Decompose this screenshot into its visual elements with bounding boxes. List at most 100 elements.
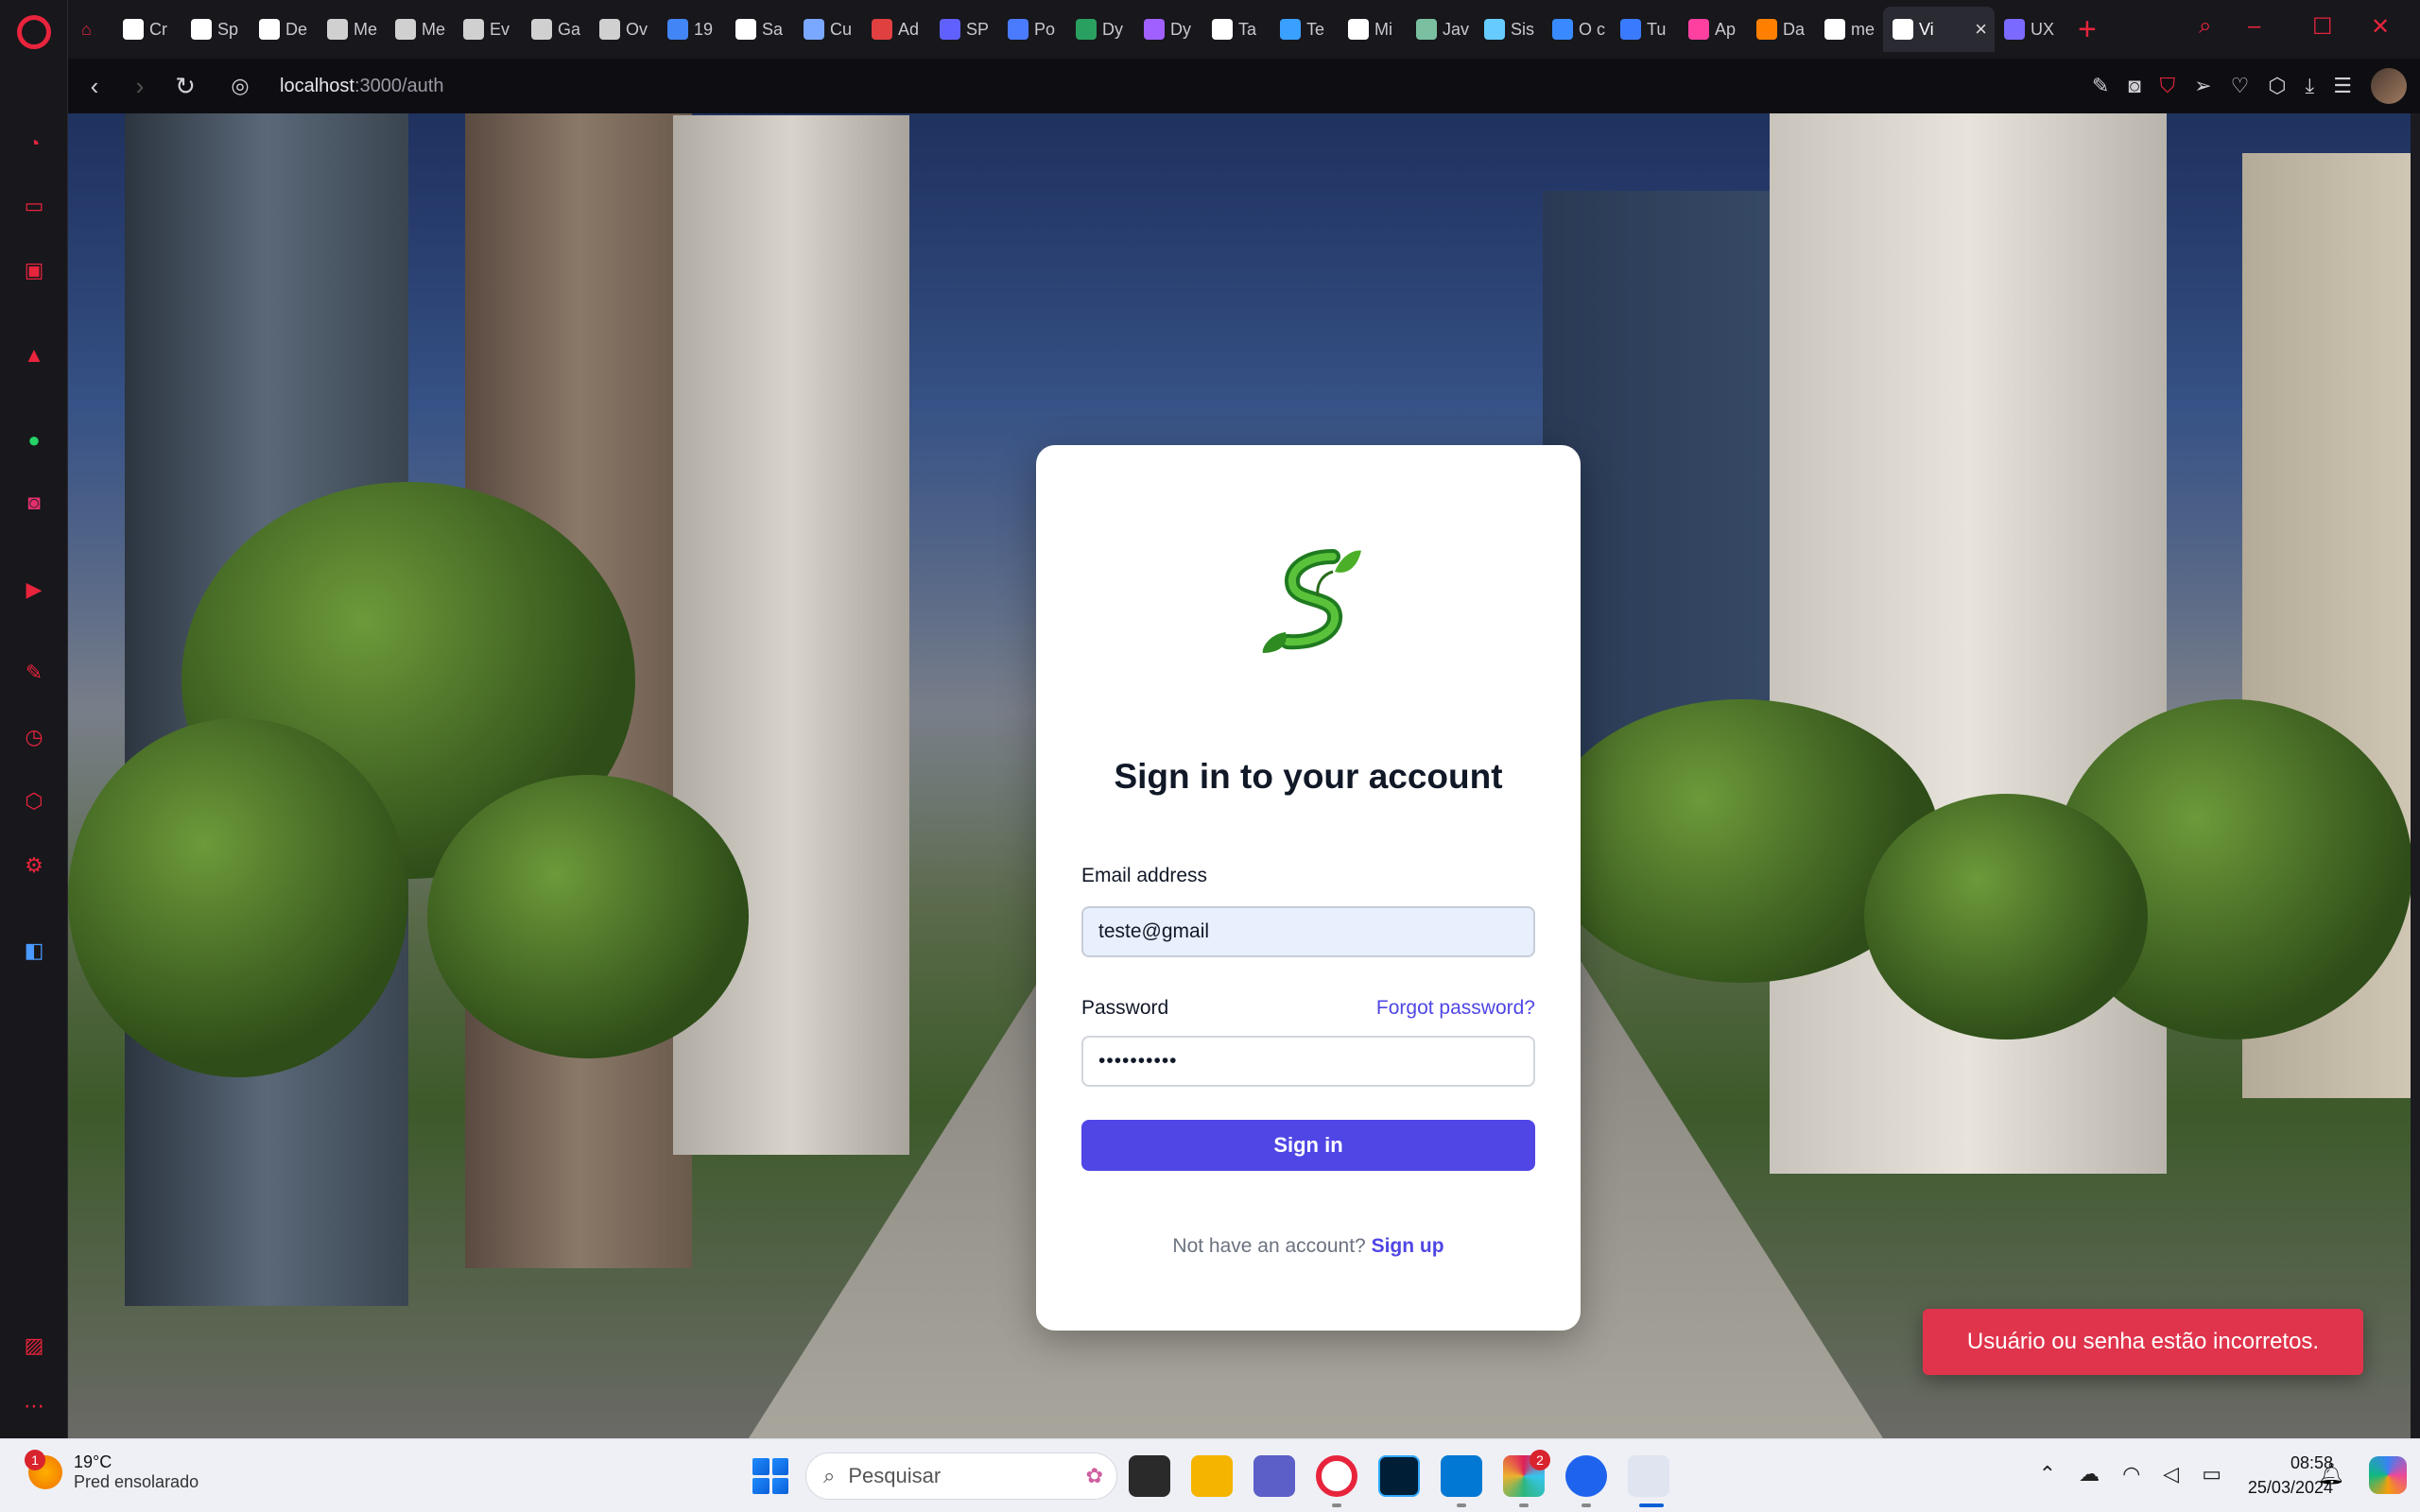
back-button[interactable]: ‹ [72,72,117,101]
tab[interactable]: me [1815,7,1883,52]
new-tab-button[interactable]: + [2078,11,2097,48]
slack-icon[interactable]: 2 [1503,1450,1550,1497]
send-icon[interactable]: ➢ [2194,74,2211,98]
gx-control-icon[interactable]: ▣ [21,257,47,284]
adblock-icon[interactable]: ⛉ [2160,74,2176,98]
tab[interactable]: Ov [590,7,658,52]
docker-icon[interactable] [1565,1455,1607,1497]
tab-favicon-icon [599,19,620,40]
system-tray: ⌃ ☁ ◠ ◁ ▭ [2039,1462,2221,1486]
copilot-icon[interactable] [2369,1456,2407,1494]
tab[interactable]: De [250,7,318,52]
extensions-cube-icon[interactable]: ⬡ [2268,74,2286,98]
tab[interactable]: Me [318,7,386,52]
history-icon[interactable]: ◷ [21,724,47,750]
settings-icon[interactable]: ⚙ [21,852,47,879]
temperature: 19°C [74,1452,112,1471]
tab[interactable]: 19 [658,7,726,52]
speed-dial-icon[interactable]: ◔ [21,130,47,157]
tab[interactable]: Ga [522,7,590,52]
notification-bell-icon[interactable]: 🔔︎ [2318,1462,2344,1486]
pinboard-icon[interactable]: ✎ [21,660,47,686]
opera-taskbar-icon[interactable] [1316,1455,1357,1497]
download-icon[interactable]: ⤓ [2306,74,2315,98]
tab[interactable]: UX [1995,7,2063,52]
tab[interactable]: Da [1747,7,1815,52]
translate-icon[interactable]: ◧ [21,937,47,964]
tab[interactable]: O c [1543,7,1611,52]
error-toast[interactable]: Usuário ou senha estão incorretos. [1923,1309,2363,1375]
forgot-password-link[interactable]: Forgot password? [1376,997,1535,1020]
tab[interactable]: SP [930,7,998,52]
instagram-icon[interactable]: ◙ [21,490,47,516]
tab-active[interactable]: Vi × [1883,7,1995,52]
wallpaper-icon[interactable]: ▨ [21,1332,47,1359]
onedrive-icon[interactable]: ☁ [2079,1462,2100,1486]
easy-setup-icon[interactable]: ☰ [2333,74,2352,98]
email-field[interactable]: teste@gmail [1081,906,1535,957]
tab-favicon-icon [1893,19,1913,40]
tab[interactable]: Sa [726,7,794,52]
profile-avatar[interactable] [2371,68,2407,104]
volume-icon[interactable]: ◁ [2163,1462,2179,1486]
tab[interactable]: Te [1270,7,1339,52]
gx-tab-icon[interactable]: ⌂ [68,7,113,52]
edit-icon[interactable]: ✎ [2092,74,2109,98]
extensions-icon[interactable]: ⬡ [21,788,47,815]
tab[interactable]: Tu [1611,7,1679,52]
tab-label: Po [1034,19,1056,39]
file-explorer-icon[interactable] [1191,1455,1233,1497]
heart-icon[interactable]: ♡ [2231,74,2250,98]
maximize-button[interactable]: ☐ [2312,13,2333,41]
chevron-up-icon[interactable]: ⌃ [2039,1462,2056,1486]
password-field[interactable]: •••••••••• [1081,1036,1535,1087]
close-window-button[interactable]: ✕ [2371,13,2390,41]
tab[interactable]: Ad [862,7,930,52]
minimize-button[interactable]: – [2248,13,2260,40]
tab[interactable]: Cr [113,7,182,52]
sign-up-link[interactable]: Sign up [1372,1235,1444,1257]
photoshop-icon[interactable] [1378,1455,1420,1497]
tab-label: Dy [1170,19,1191,39]
tab[interactable]: Sp [182,7,250,52]
tab[interactable]: Po [998,7,1066,52]
player-icon[interactable]: ▶ [21,576,47,603]
weather-widget[interactable]: 1 19°C Pred ensolarado [25,1450,199,1492]
snipping-tool-icon[interactable] [1628,1455,1669,1497]
wifi-icon[interactable]: ◠ [2122,1462,2140,1486]
workspaces-icon[interactable]: ▭ [21,193,47,219]
tab[interactable]: Dy [1066,7,1134,52]
forward-button[interactable]: › [117,72,163,101]
sign-in-button[interactable]: Sign in [1081,1120,1535,1171]
taskbar-search[interactable]: ⌕ Pesquisar ✿ [805,1452,1117,1500]
tab-favicon-icon [1076,19,1097,40]
close-tab-icon[interactable]: × [1975,17,1987,42]
tab[interactable]: Dy [1134,7,1202,52]
reload-button[interactable]: ↻ [163,72,208,101]
tab[interactable]: Mi [1339,7,1407,52]
tab-label: Ev [490,19,510,39]
tab[interactable]: Ta [1202,7,1270,52]
page-background: Sign in to your account Email address te… [68,113,2411,1438]
whatsapp-icon[interactable]: ● [21,427,47,454]
tab[interactable]: Ap [1679,7,1747,52]
tab[interactable]: Cu [794,7,862,52]
vscode-icon[interactable] [1441,1455,1482,1497]
tab[interactable]: Sis [1475,7,1543,52]
more-icon[interactable]: ⋯ [21,1393,47,1419]
tab[interactable]: Me [386,7,454,52]
tab-favicon-icon [940,19,960,40]
aria-icon[interactable]: ▲ [21,342,47,369]
search-tabs-icon[interactable]: ⌕ [2199,13,2211,40]
snapshot-icon[interactable]: ◙ [2128,74,2140,98]
opera-logo-icon[interactable] [17,15,51,49]
start-button[interactable] [752,1458,788,1494]
teams-icon[interactable] [1253,1455,1295,1497]
task-view-icon[interactable] [1129,1455,1170,1497]
site-info-icon[interactable]: ◎ [217,74,263,98]
tab[interactable]: Jav [1407,7,1475,52]
tab[interactable]: Ev [454,7,522,52]
url-field[interactable]: localhost:3000/auth [280,76,443,97]
battery-icon[interactable]: ▭ [2202,1462,2221,1486]
password-label: Password [1081,997,1169,1019]
